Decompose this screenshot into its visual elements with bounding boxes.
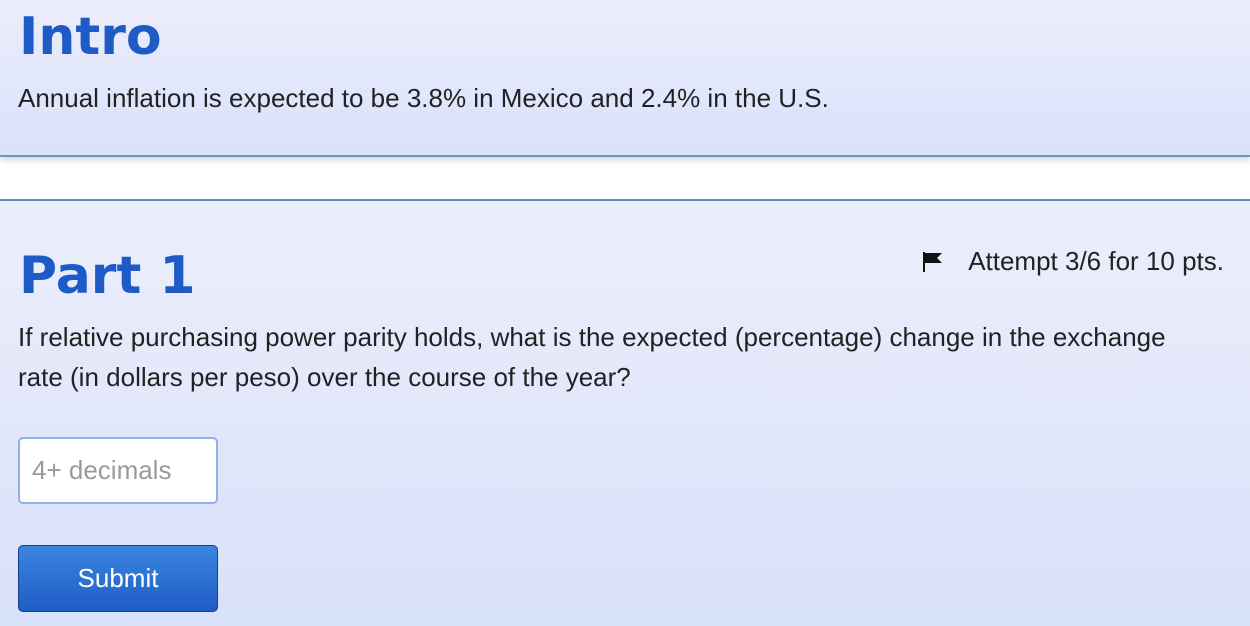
submit-button[interactable]: Submit <box>18 545 218 612</box>
intro-section: Intro Annual inflation is expected to be… <box>0 0 1250 157</box>
attempt-info: Attempt 3/6 for 10 pts. <box>920 245 1224 277</box>
intro-text: Annual inflation is expected to be 3.8% … <box>18 83 829 113</box>
intro-title: Intro <box>19 7 162 67</box>
flag-icon[interactable] <box>920 248 946 274</box>
part-title: Part 1 <box>19 246 196 306</box>
question-text: If relative purchasing power parity hold… <box>18 322 1166 392</box>
part-1-section: Part 1 Attempt 3/6 for 10 pts. If relati… <box>0 199 1250 626</box>
attempt-text: Attempt 3/6 for 10 pts. <box>968 246 1224 276</box>
answer-input[interactable] <box>18 437 218 504</box>
